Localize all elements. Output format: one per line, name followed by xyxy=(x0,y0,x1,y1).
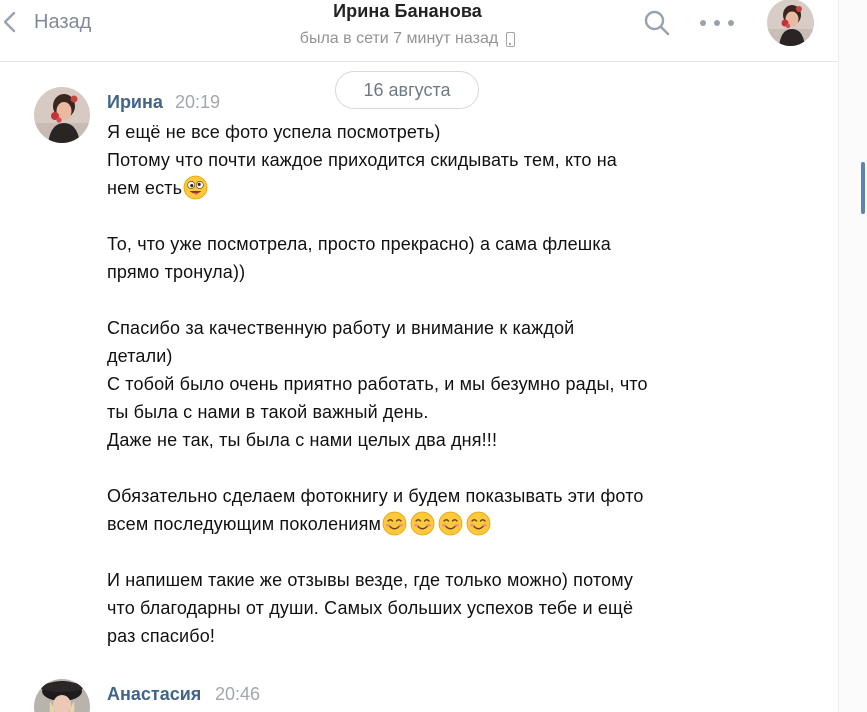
message-line: То, что уже посмотрела, просто прекрасно… xyxy=(107,234,611,254)
message-line: детали) xyxy=(107,346,173,366)
message-time: 20:46 xyxy=(215,684,261,704)
smiling-face-emoji-icon xyxy=(410,511,435,536)
mobile-phone-icon xyxy=(506,31,516,47)
status-text: была в сети 7 минут назад xyxy=(299,30,499,47)
online-status: была в сети 7 минут назад xyxy=(299,30,516,48)
sender-avatar[interactable] xyxy=(34,679,90,712)
more-options-button[interactable] xyxy=(700,9,734,37)
message-line: Спасибо за качественную работу и внимани… xyxy=(107,318,575,338)
message-time: 20:19 xyxy=(175,92,221,112)
date-separator: 16 августа xyxy=(335,71,479,109)
back-button[interactable]: Назад xyxy=(0,6,91,38)
message-line: Я ещё не все фото успела посмотреть) xyxy=(107,122,441,142)
message-line: С тобой было очень приятно работать, и м… xyxy=(107,374,648,394)
contact-avatar[interactable] xyxy=(767,0,814,46)
chevron-left-icon xyxy=(3,11,16,33)
sender-avatar[interactable] xyxy=(34,87,90,143)
avatar-photo xyxy=(34,679,90,712)
message-line: что благодарны от души. Самых больших ус… xyxy=(107,598,634,618)
message-text: Я ещё не все фото успела посмотреть) Пот… xyxy=(107,118,747,650)
scrollbar[interactable] xyxy=(838,0,867,712)
more-dot-icon xyxy=(714,20,720,26)
message-line: ты была с нами в такой важный день. xyxy=(107,402,429,422)
message-author[interactable]: Анастасия xyxy=(107,684,201,705)
contact-info[interactable]: Ирина Бананова была в сети 7 минут назад xyxy=(260,0,555,48)
search-button[interactable] xyxy=(643,9,671,37)
scroll-thumb[interactable] xyxy=(861,162,865,214)
chat-header: Назад Ирина Бананова была в сети 7 минут… xyxy=(0,0,838,62)
message-line: Потому что почти каждое приходится скиды… xyxy=(107,150,617,170)
message-line: нем есть xyxy=(107,174,747,202)
message-line: всем последующим поколениям xyxy=(107,510,747,538)
contact-name: Ирина Бананова xyxy=(333,1,482,21)
message-line-text: нем есть xyxy=(107,178,183,198)
smiling-face-emoji-icon xyxy=(382,511,407,536)
message-line: Обязательно сделаем фотокнигу и будем по… xyxy=(107,486,644,506)
message-line: прямо тронула)) xyxy=(107,262,246,282)
smiling-face-emoji-icon xyxy=(466,511,491,536)
more-dot-icon xyxy=(728,20,734,26)
message-line: И напишем такие же отзывы везде, где тол… xyxy=(107,570,634,590)
message-author[interactable]: Ирина xyxy=(107,92,163,113)
avatar-photo xyxy=(767,0,814,46)
search-icon xyxy=(644,10,670,36)
message-line: Даже не так, ты была с нами целых два дн… xyxy=(107,430,498,450)
back-label: Назад xyxy=(34,10,92,33)
message-line-text: всем последующим поколениям xyxy=(107,514,381,534)
smiling-face-emoji-icon xyxy=(438,511,463,536)
more-dot-icon xyxy=(700,20,706,26)
crazy-face-emoji-icon xyxy=(183,175,208,200)
avatar-photo xyxy=(34,87,90,143)
message-line: раз спасибо! xyxy=(107,626,216,646)
